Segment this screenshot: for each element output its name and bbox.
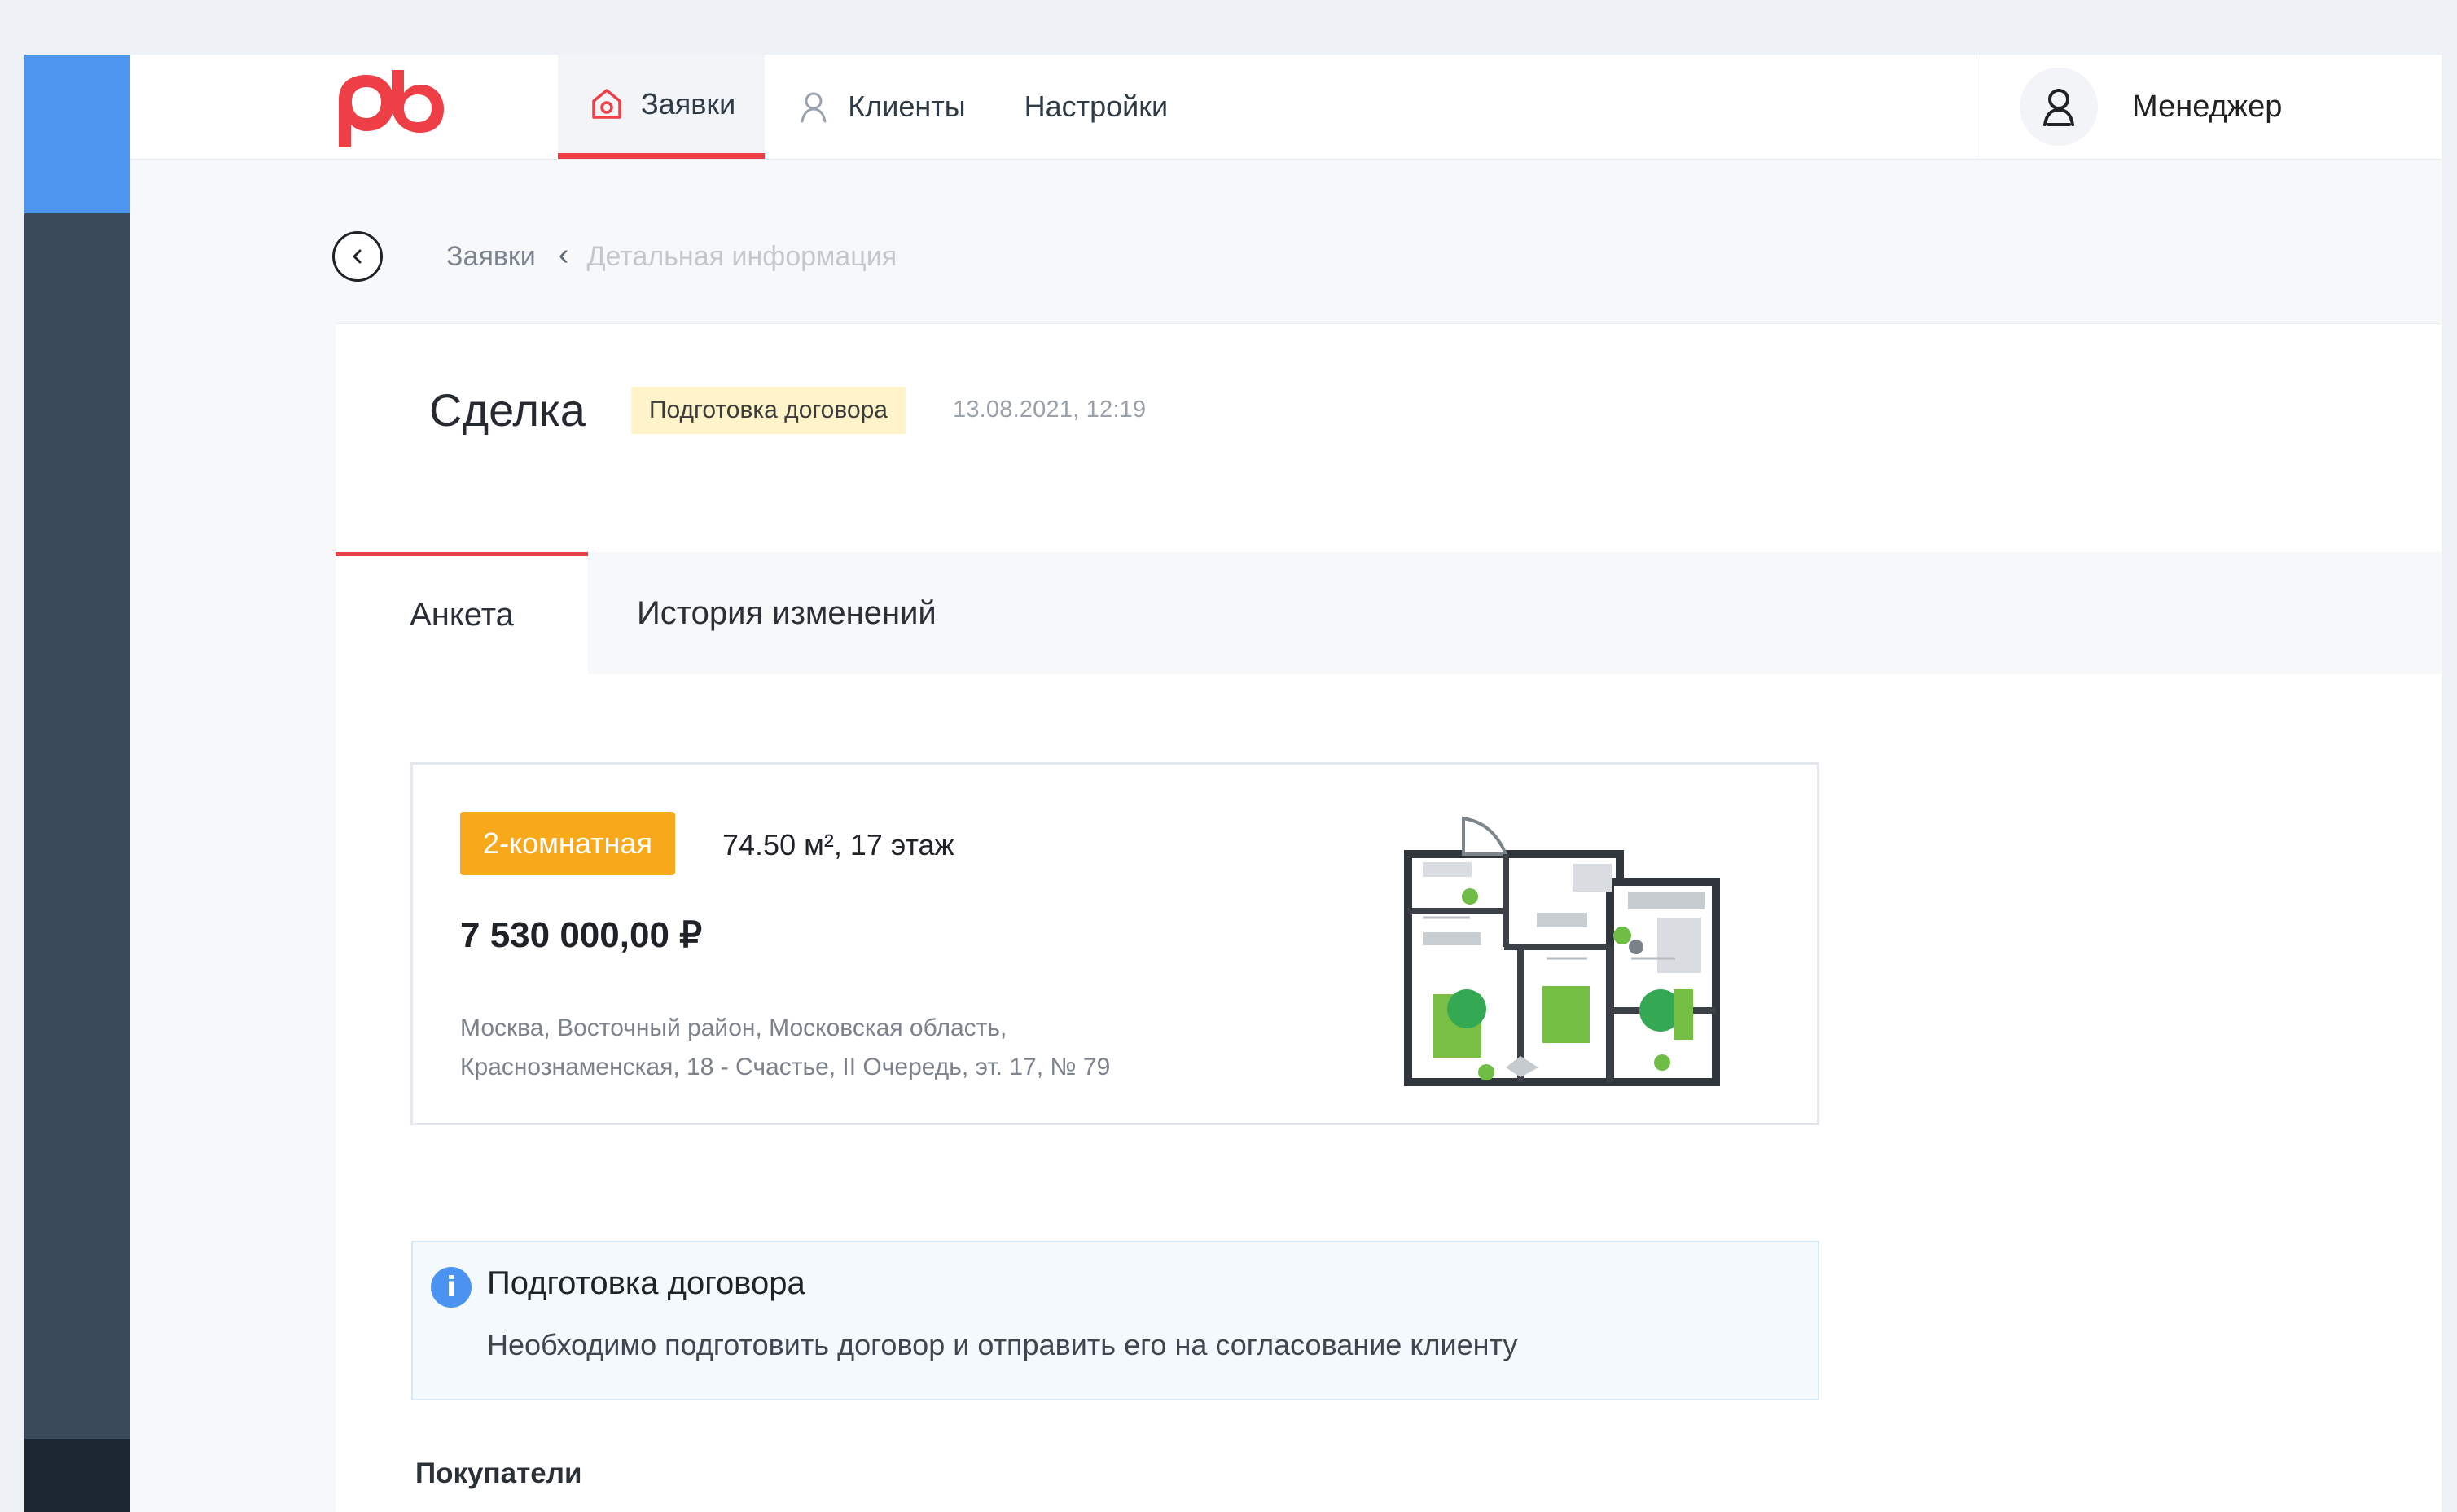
status-badge: Подготовка договора (630, 386, 906, 434)
breadcrumb-link-applications[interactable]: Заявки (446, 241, 536, 273)
room-type-badge: 2-комнатная (460, 812, 675, 875)
side-rail (24, 55, 130, 1512)
side-rail-accent (24, 55, 130, 213)
back-button[interactable] (332, 231, 383, 282)
user-avatar-glyph-icon (2043, 89, 2074, 126)
main-nav: Заявки Клиенты Настройки (558, 55, 1197, 159)
property-price: 7 530 000,00 ₽ (460, 915, 703, 955)
property-specs: 74.50 м², 17 этаж (722, 828, 954, 861)
notice-title: Подготовка договора (487, 1265, 805, 1301)
page-title: Сделка (429, 384, 586, 436)
nav-item-label: Заявки (641, 86, 736, 121)
brand-logo[interactable] (332, 63, 446, 148)
contract-notice: i Подготовка договора Необходимо подгото… (411, 1241, 1819, 1400)
tab-history[interactable]: История изменений (588, 552, 985, 674)
deal-datetime: 13.08.2021, 12:19 (953, 397, 1147, 423)
tab-questionnaire[interactable]: Анкета (336, 552, 588, 674)
tab-label: История изменений (637, 594, 937, 631)
profile-menu[interactable]: Менеджер (1977, 55, 2442, 159)
notice-text: Необходимо подготовить договор и отправи… (487, 1328, 1518, 1361)
floorplan-image (1404, 816, 1720, 1086)
nav-item-label: Клиенты (848, 90, 966, 123)
home-icon (592, 88, 621, 119)
nav-item-applications[interactable]: Заявки (558, 55, 766, 159)
breadcrumb: Заявки ‹ Детальная информация (332, 224, 897, 289)
property-address-line: Москва, Восточный район, Московская обла… (460, 1015, 1007, 1041)
breadcrumb-current: Детальная информация (586, 240, 897, 272)
app-shell: Заявки Клиенты Настройки Менеджер Заявки… (24, 55, 2442, 1512)
user-avatar-icon[interactable] (2020, 68, 2098, 146)
side-rail-bottom (24, 1439, 130, 1512)
tabs: Анкета История изменений (336, 552, 2442, 674)
nav-item-clients[interactable]: Клиенты (765, 55, 994, 159)
top-navigation-bar: Заявки Клиенты Настройки Менеджер (130, 55, 2442, 160)
nav-item-label: Настройки (1024, 90, 1169, 123)
user-icon (801, 92, 827, 123)
nav-item-settings[interactable]: Настройки (995, 55, 1198, 159)
property-address-line: Краснознаменская, 18 - Счастье, II Очере… (460, 1054, 1111, 1080)
deal-detail-card: Сделка Подготовка договора 13.08.2021, 1… (336, 323, 2442, 1512)
property-address: Москва, Восточный район, Московская обла… (460, 1009, 1258, 1087)
tab-label: Анкета (410, 597, 514, 633)
breadcrumb-separator: ‹ (558, 237, 569, 272)
profile-name: Менеджер (2132, 89, 2283, 124)
deal-header: Сделка Подготовка договора 13.08.2021, 1… (429, 383, 1146, 436)
buyers-title: Покупатели (415, 1457, 582, 1489)
property-card[interactable]: 2-комнатная 74.50 м², 17 этаж 7 530 000,… (410, 762, 1819, 1125)
info-icon: i (431, 1267, 472, 1308)
chevron-left-icon (353, 249, 362, 264)
